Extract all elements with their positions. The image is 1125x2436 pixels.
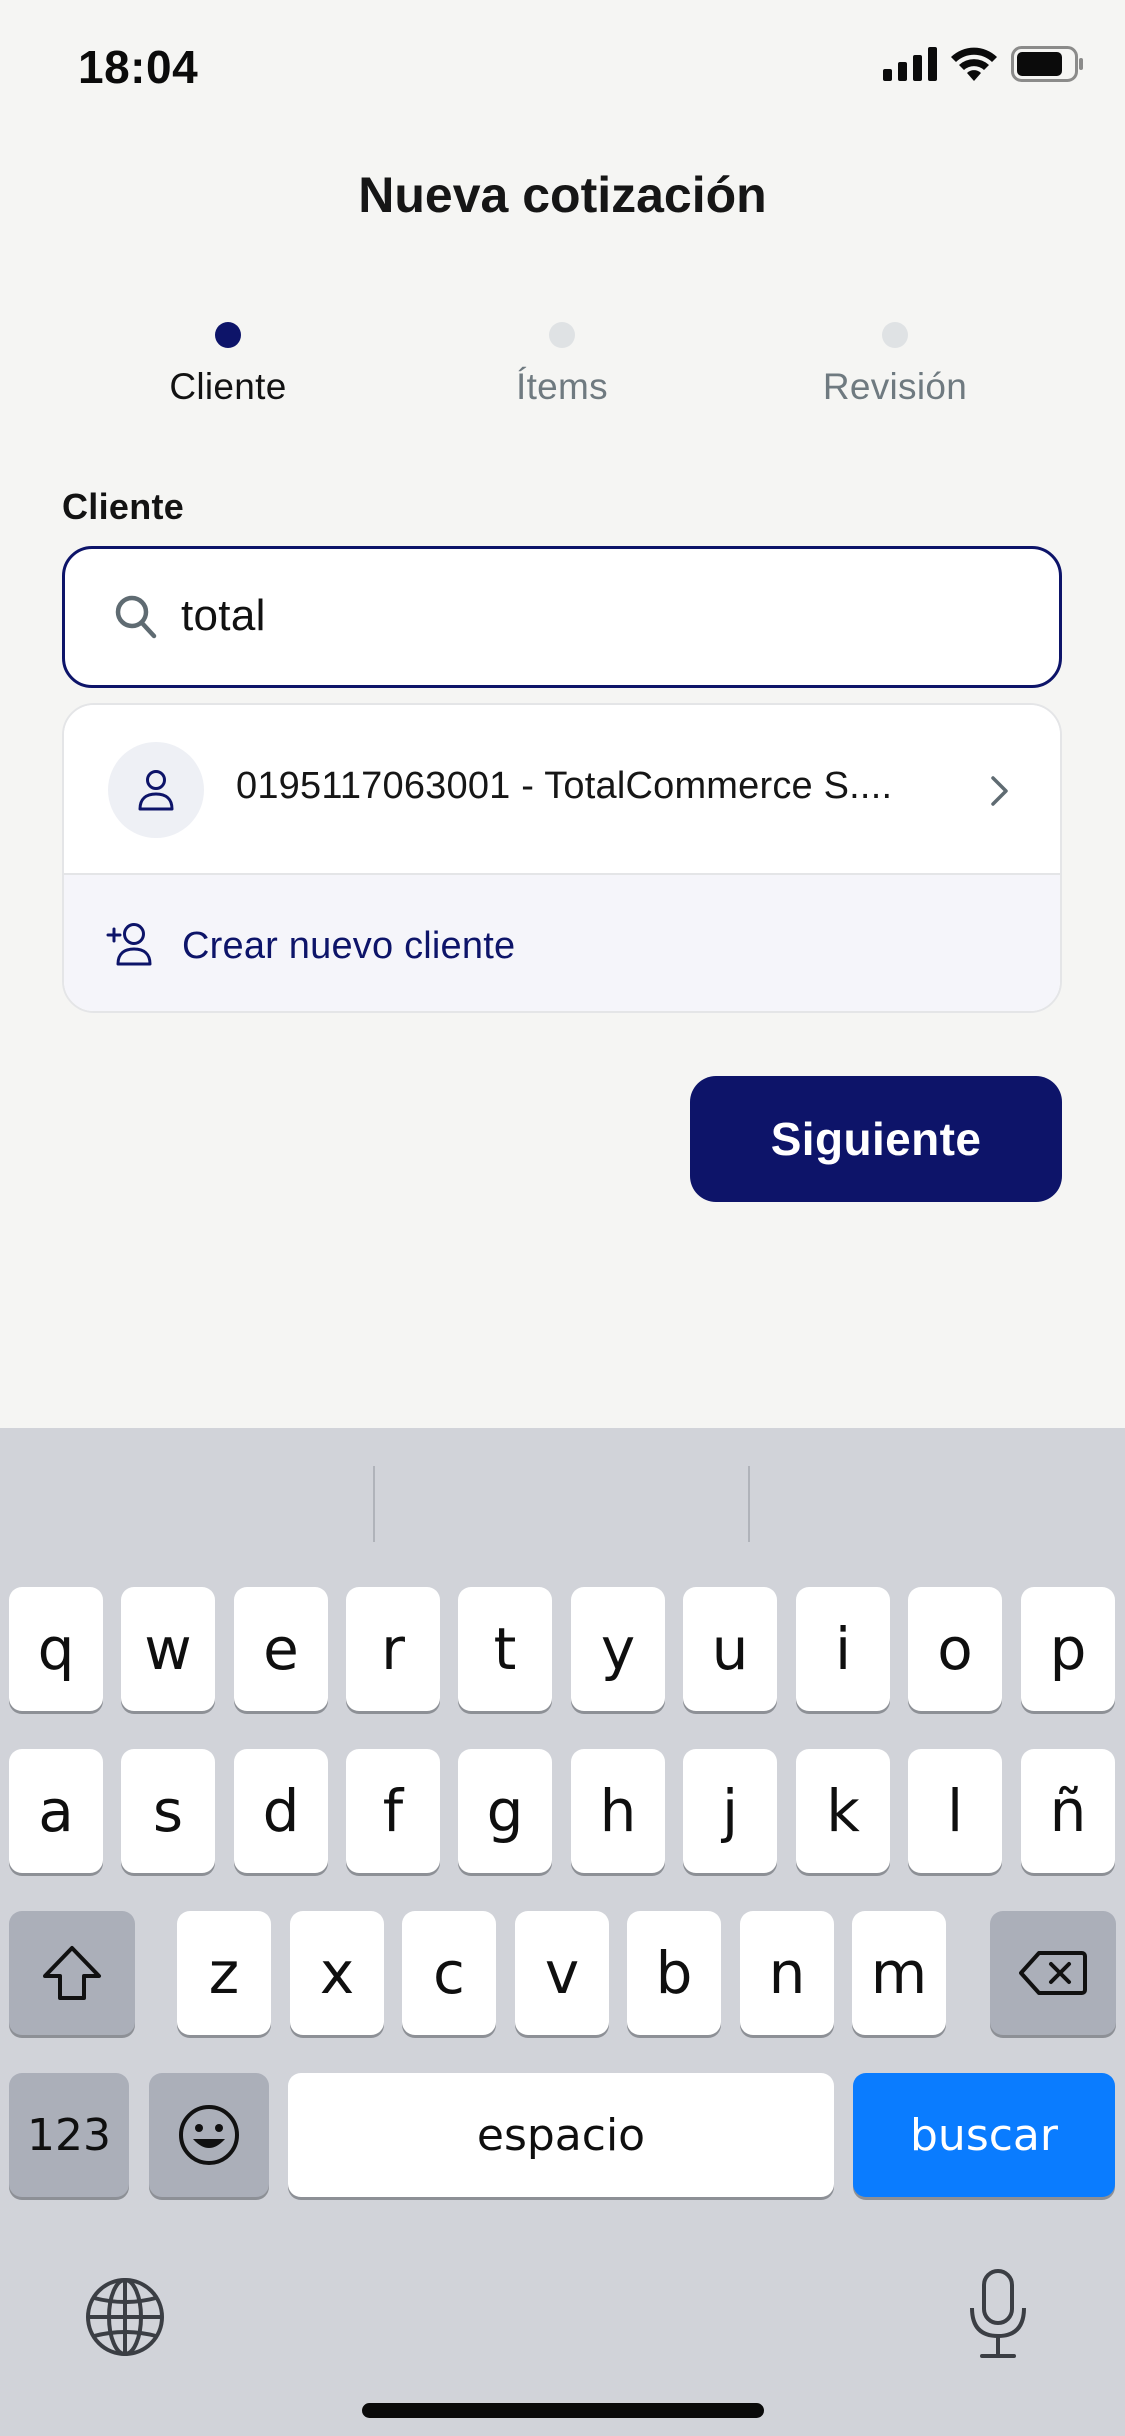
step-cliente: Cliente	[118, 322, 338, 408]
space-key[interactable]: espacio	[288, 2073, 834, 2197]
create-client-label: Crear nuevo cliente	[182, 925, 516, 967]
microphone-icon[interactable]	[966, 2268, 1030, 2360]
key-b[interactable]: b	[627, 1911, 721, 2035]
emoji-icon	[179, 2105, 239, 2165]
key-r[interactable]: r	[346, 1587, 440, 1711]
home-indicator	[362, 2403, 764, 2418]
wifi-icon	[951, 47, 997, 81]
numbers-key[interactable]: 123	[9, 2073, 129, 2197]
add-person-icon	[106, 923, 152, 966]
person-icon	[138, 770, 174, 811]
key-n[interactable]: n	[740, 1911, 834, 2035]
key-d[interactable]: d	[234, 1749, 328, 1873]
search-icon	[115, 595, 157, 639]
stepper: Cliente Ítems Revisión	[0, 322, 1125, 422]
search-value[interactable]: total	[181, 591, 266, 641]
step-dot-active	[215, 322, 241, 348]
search-go-key[interactable]: buscar	[853, 2073, 1115, 2197]
key-y[interactable]: y	[571, 1587, 665, 1711]
step-label: Cliente	[169, 366, 287, 407]
avatar	[108, 742, 204, 838]
key-u[interactable]: u	[683, 1587, 777, 1711]
step-dot	[882, 322, 908, 348]
step-items: Ítems	[452, 322, 672, 408]
client-search-input[interactable]: total	[62, 546, 1062, 688]
globe-icon[interactable]	[84, 2276, 166, 2358]
key-j[interactable]: j	[683, 1749, 777, 1873]
suggestion-divider	[373, 1466, 375, 1542]
page-title: Nueva cotización	[358, 167, 767, 223]
key-x[interactable]: x	[290, 1911, 384, 2035]
key-h[interactable]: h	[571, 1749, 665, 1873]
chevron-right-icon	[991, 776, 1008, 806]
status-time: 18:04	[78, 41, 199, 93]
client-field-label: Cliente	[62, 486, 185, 527]
key-s[interactable]: s	[121, 1749, 215, 1873]
backspace-key[interactable]	[990, 1911, 1116, 2035]
client-results-list: 0195117063001 - TotalCommerce S.... Crea…	[62, 703, 1062, 1013]
key-k[interactable]: k	[796, 1749, 890, 1873]
key-m[interactable]: m	[852, 1911, 946, 2035]
keyboard: q w e r t y u i o p a s d f g h j k l ñ …	[0, 1428, 1125, 2436]
key-q[interactable]: q	[9, 1587, 103, 1711]
client-result-item[interactable]: 0195117063001 - TotalCommerce S....	[64, 705, 1060, 875]
shift-icon	[43, 1946, 101, 2000]
next-button[interactable]: Siguiente	[690, 1076, 1062, 1202]
client-result-text: 0195117063001 - TotalCommerce S....	[236, 765, 893, 807]
key-z[interactable]: z	[177, 1911, 271, 2035]
key-t[interactable]: t	[458, 1587, 552, 1711]
key-n-tilde[interactable]: ñ	[1021, 1749, 1115, 1873]
key-c[interactable]: c	[402, 1911, 496, 2035]
key-e[interactable]: e	[234, 1587, 328, 1711]
step-dot	[549, 322, 575, 348]
key-a[interactable]: a	[9, 1749, 103, 1873]
create-client-button[interactable]: Crear nuevo cliente	[64, 875, 1060, 1011]
key-v[interactable]: v	[515, 1911, 609, 2035]
emoji-key[interactable]	[149, 2073, 269, 2197]
keyboard-suggestion-bar	[0, 1428, 1125, 1568]
step-revision: Revisión	[785, 322, 1005, 408]
cellular-signal-icon	[883, 47, 937, 81]
key-i[interactable]: i	[796, 1587, 890, 1711]
shift-key[interactable]	[9, 1911, 135, 2035]
key-w[interactable]: w	[121, 1587, 215, 1711]
step-label: Revisión	[822, 366, 968, 407]
key-g[interactable]: g	[458, 1749, 552, 1873]
suggestion-divider	[748, 1466, 750, 1542]
key-o[interactable]: o	[908, 1587, 1002, 1711]
key-l[interactable]: l	[908, 1749, 1002, 1873]
key-p[interactable]: p	[1021, 1587, 1115, 1711]
key-f[interactable]: f	[346, 1749, 440, 1873]
status-bar: 18:04	[0, 0, 1125, 132]
status-icons	[883, 46, 1085, 82]
battery-icon	[1011, 46, 1083, 82]
backspace-icon	[1019, 1951, 1087, 1995]
step-label: Ítems	[516, 366, 608, 407]
